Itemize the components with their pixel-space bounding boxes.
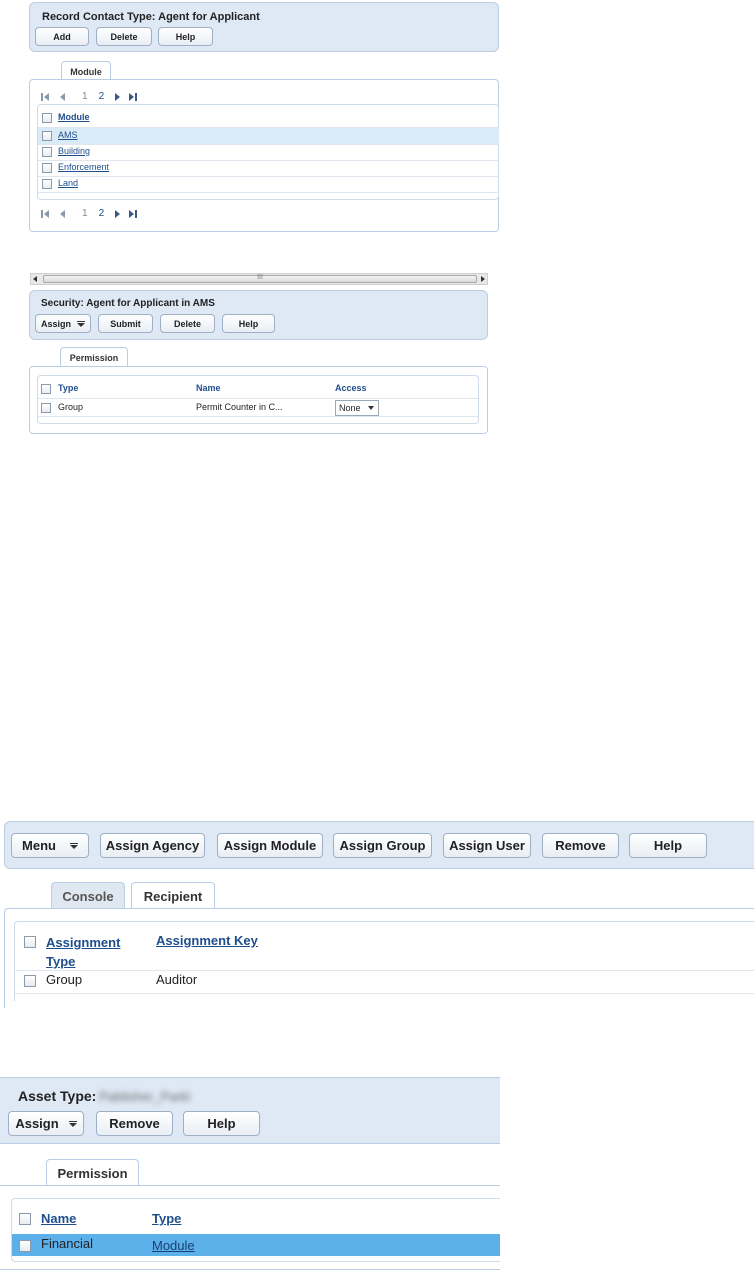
asset-type-name: Pablisher_Parkl bbox=[99, 1089, 191, 1104]
delete-button[interactable]: Delete bbox=[96, 27, 152, 46]
page-1[interactable]: 1 bbox=[82, 208, 88, 219]
page-2[interactable]: 2 bbox=[99, 91, 105, 102]
row-divider bbox=[38, 144, 499, 145]
remove-button[interactable]: Remove bbox=[96, 1111, 173, 1136]
assign-label: Assign bbox=[40, 318, 71, 329]
row-checkbox[interactable] bbox=[42, 131, 52, 141]
menu-button[interactable]: Menu bbox=[11, 833, 89, 858]
help-button[interactable]: Help bbox=[183, 1111, 260, 1136]
row-checkbox[interactable] bbox=[42, 179, 52, 189]
assign-group-button[interactable]: Assign Group bbox=[333, 833, 432, 858]
row-checkbox[interactable] bbox=[42, 147, 52, 157]
recipient-table bbox=[14, 921, 754, 1001]
chevron-down-icon bbox=[368, 406, 374, 410]
row-checkbox[interactable] bbox=[42, 163, 52, 173]
assign-label: Assign bbox=[15, 1116, 59, 1131]
pager-top: 1 2 bbox=[41, 91, 145, 102]
assignment-type-line1: Assignment bbox=[46, 935, 121, 950]
module-table bbox=[37, 104, 499, 200]
prev-page-icon[interactable] bbox=[57, 92, 69, 102]
assignment-type-value: Group bbox=[46, 972, 83, 987]
chevron-down-icon bbox=[69, 842, 78, 849]
tab-module[interactable]: Module bbox=[61, 61, 111, 81]
row-checkbox[interactable] bbox=[41, 403, 51, 413]
row-checkbox[interactable] bbox=[19, 1240, 31, 1252]
chevron-down-icon bbox=[77, 320, 85, 327]
module-link[interactable]: Enforcement bbox=[58, 162, 109, 172]
first-page-icon[interactable] bbox=[41, 92, 53, 102]
select-all-checkbox[interactable] bbox=[42, 113, 52, 123]
access-column-header[interactable]: Access bbox=[335, 383, 367, 393]
pager-bottom: 1 2 bbox=[41, 208, 145, 219]
help-button[interactable]: Help bbox=[222, 314, 275, 333]
scrollbar-thumb[interactable]: III bbox=[43, 274, 477, 283]
permission-name: Permit Counter in C... bbox=[196, 402, 283, 412]
page-1[interactable]: 1 bbox=[82, 91, 88, 102]
name-column-header[interactable]: Name bbox=[41, 1211, 76, 1226]
assignment-key-value: Auditor bbox=[156, 972, 198, 987]
access-value: None bbox=[339, 403, 361, 413]
row-divider bbox=[38, 398, 478, 399]
assign-user-button[interactable]: Assign User bbox=[443, 833, 531, 858]
tab-permission[interactable]: Permission bbox=[60, 347, 128, 368]
help-button[interactable]: Help bbox=[158, 27, 213, 46]
help-button[interactable]: Help bbox=[629, 833, 707, 858]
assign-agency-button[interactable]: Assign Agency bbox=[100, 833, 205, 858]
permission-name: Financial bbox=[41, 1236, 94, 1251]
prev-page-icon[interactable] bbox=[57, 209, 69, 219]
assignment-type-column-header[interactable]: Assignment Type bbox=[46, 933, 120, 971]
add-button[interactable]: Add bbox=[35, 27, 89, 46]
security-title: Security: Agent for Applicant in AMS bbox=[41, 298, 215, 309]
row-divider bbox=[38, 192, 499, 193]
tab-recipient[interactable]: Recipient bbox=[131, 882, 215, 910]
select-all-checkbox[interactable] bbox=[24, 936, 36, 948]
tab-permission[interactable]: Permission bbox=[46, 1159, 139, 1187]
last-page-icon[interactable] bbox=[129, 209, 141, 219]
row-divider bbox=[38, 160, 499, 161]
row-checkbox[interactable] bbox=[24, 975, 36, 987]
assignment-key-column-header[interactable]: Assignment Key bbox=[156, 933, 258, 948]
scroll-right-icon[interactable] bbox=[481, 276, 485, 282]
row-divider bbox=[38, 416, 478, 417]
horizontal-scrollbar[interactable]: III bbox=[30, 273, 488, 285]
last-page-icon[interactable] bbox=[129, 92, 141, 102]
name-column-header[interactable]: Name bbox=[196, 383, 221, 393]
type-column-header[interactable]: Type bbox=[58, 383, 78, 393]
scroll-left-icon[interactable] bbox=[33, 276, 37, 282]
page-title: Record Contact Type: Agent for Applicant bbox=[42, 11, 260, 23]
access-select[interactable]: None bbox=[335, 400, 379, 416]
select-all-checkbox[interactable] bbox=[41, 384, 51, 394]
assign-button[interactable]: Assign bbox=[8, 1111, 84, 1136]
submit-button[interactable]: Submit bbox=[98, 314, 153, 333]
table-row[interactable] bbox=[38, 128, 499, 144]
row-divider bbox=[15, 993, 754, 994]
permission-type-link[interactable]: Module bbox=[152, 1238, 195, 1253]
menu-label: Menu bbox=[22, 838, 56, 853]
scroll-grip: III bbox=[257, 274, 263, 281]
next-page-icon[interactable] bbox=[113, 209, 125, 219]
module-link[interactable]: Building bbox=[58, 146, 90, 156]
tab-console[interactable]: Console bbox=[51, 882, 125, 909]
delete-button[interactable]: Delete bbox=[160, 314, 215, 333]
page-2[interactable]: 2 bbox=[99, 208, 105, 219]
assign-button[interactable]: Assign bbox=[35, 314, 91, 333]
permission-type: Group bbox=[58, 402, 84, 412]
module-link[interactable]: Land bbox=[58, 178, 78, 188]
first-page-icon[interactable] bbox=[41, 209, 53, 219]
module-link[interactable]: AMS bbox=[58, 130, 78, 140]
remove-button[interactable]: Remove bbox=[542, 833, 619, 858]
next-page-icon[interactable] bbox=[113, 92, 125, 102]
row-divider bbox=[15, 970, 754, 971]
type-column-header[interactable]: Type bbox=[152, 1211, 181, 1226]
assignment-type-line2: Type bbox=[46, 954, 76, 969]
module-column-header[interactable]: Module bbox=[58, 112, 90, 122]
assign-module-button[interactable]: Assign Module bbox=[217, 833, 323, 858]
asset-type-title: Asset Type: bbox=[18, 1088, 97, 1104]
select-all-checkbox[interactable] bbox=[19, 1213, 31, 1225]
row-divider bbox=[38, 176, 499, 177]
chevron-down-icon bbox=[68, 1120, 77, 1127]
